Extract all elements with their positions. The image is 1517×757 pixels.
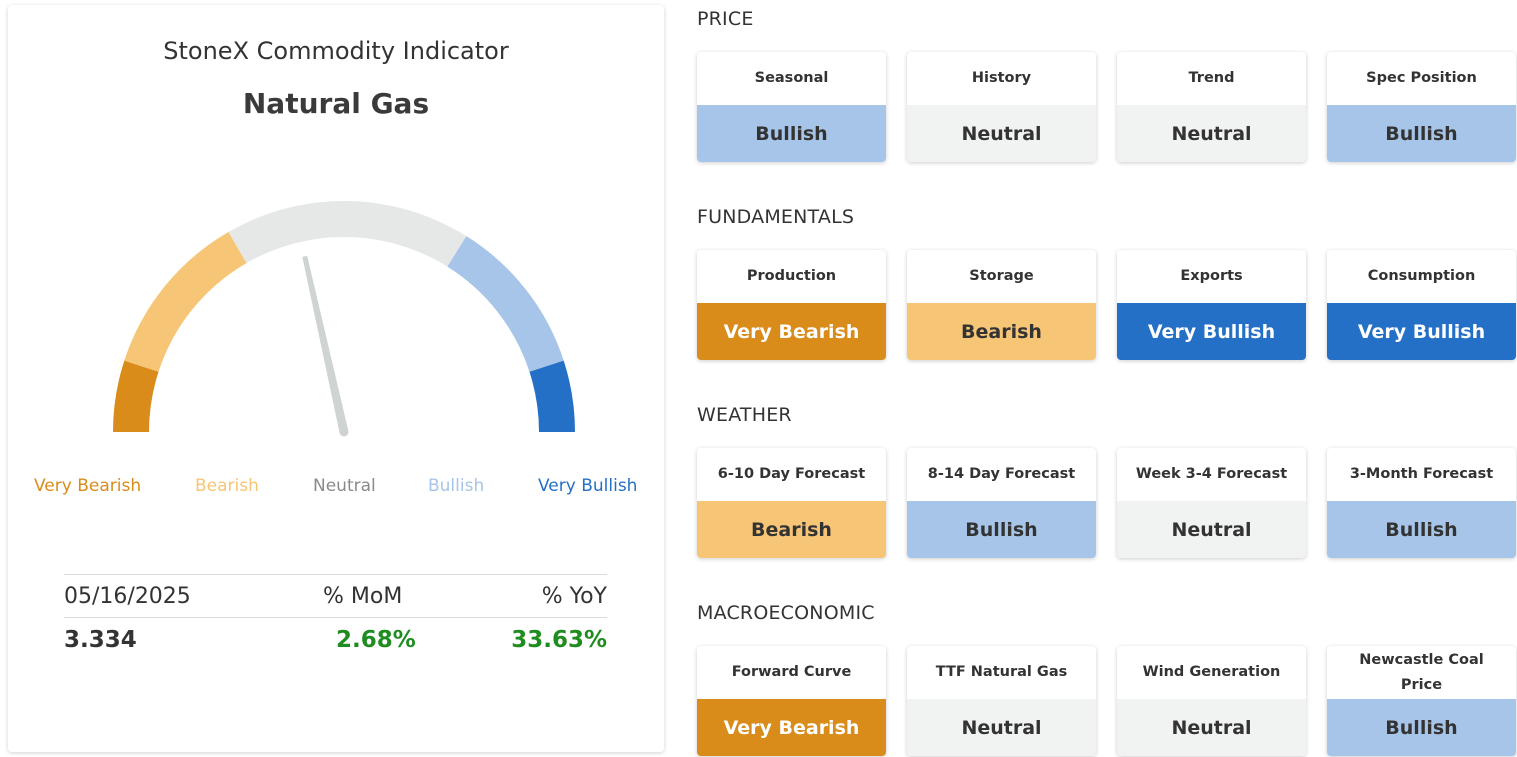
- indicator-card-label: 3-Month Forecast: [1349, 466, 1494, 482]
- indicator-panel: StoneX Commodity Indicator Natural Gas V…: [8, 5, 664, 752]
- stats-yoy-header: % YoY: [541, 584, 607, 609]
- indicator-card-seasonal[interactable]: Seasonal Bullish: [697, 52, 886, 162]
- indicator-card-forward-curve[interactable]: Forward Curve Very Bearish: [697, 646, 886, 756]
- indicator-card-sentiment: Bullish: [1327, 699, 1516, 756]
- indicator-card-label: Exports: [1180, 268, 1243, 284]
- indicator-card-label: Consumption: [1367, 268, 1476, 284]
- gauge-segment-very-bullish: [529, 360, 575, 433]
- gauge-needle: [302, 255, 349, 437]
- indicator-card-sentiment: Very Bearish: [697, 699, 886, 756]
- indicator-card-storage[interactable]: Storage Bearish: [907, 250, 1096, 360]
- indicator-card-3-month-forecast[interactable]: 3-Month Forecast Bullish: [1327, 448, 1516, 558]
- gauge-label-very-bullish: Very Bullish: [538, 476, 638, 496]
- mom-change-value: 2.68%: [336, 627, 416, 653]
- indicator-card-consumption[interactable]: Consumption Very Bullish: [1327, 250, 1516, 360]
- indicator-card-label: TTF Natural Gas: [935, 664, 1068, 680]
- indicator-card-sentiment: Bullish: [697, 105, 886, 162]
- indicator-card-history[interactable]: History Neutral: [907, 52, 1096, 162]
- indicator-card-8-14-day-forecast[interactable]: 8-14 Day Forecast Bullish: [907, 448, 1096, 558]
- indicator-card-label: Seasonal: [754, 70, 829, 86]
- indicator-card-6-10-day-forecast[interactable]: 6-10 Day Forecast Bearish: [697, 448, 886, 558]
- indicator-card-sentiment: Neutral: [1117, 105, 1306, 162]
- indicator-card-sentiment: Very Bearish: [697, 303, 886, 360]
- indicator-card-sentiment: Neutral: [907, 105, 1096, 162]
- indicator-card-wind-generation[interactable]: Wind Generation Neutral: [1117, 646, 1306, 756]
- gauge-segment-bearish: [124, 231, 247, 373]
- indicator-card-label: Production: [746, 268, 837, 284]
- gauge-segment-neutral: [228, 201, 467, 267]
- stats-value-row: 3.334 2.68% 33.63%: [64, 618, 607, 662]
- stats-date-header: 05/16/2025: [64, 584, 191, 609]
- indicator-card-sentiment: Bearish: [697, 501, 886, 558]
- gauge-label-neutral: Neutral: [313, 476, 376, 496]
- indicator-card-label: Spec Position: [1366, 70, 1477, 86]
- indicator-card-sentiment: Bullish: [907, 501, 1096, 558]
- indicator-card-label: Trend: [1188, 70, 1235, 86]
- indicator-card-sentiment: Neutral: [1117, 699, 1306, 756]
- price-value: 3.334: [64, 627, 137, 653]
- sentiment-gauge: [113, 201, 575, 437]
- indicator-card-sentiment: Neutral: [907, 699, 1096, 756]
- indicator-card-sentiment: Bearish: [907, 303, 1096, 360]
- indicator-breakdown: PRICE Seasonal Bullish History Neutral Trend N…: [697, 0, 1517, 757]
- gauge-segment-bullish: [447, 236, 564, 373]
- section-title-weather: WEATHER: [697, 404, 792, 426]
- indicator-card-exports[interactable]: Exports Very Bullish: [1117, 250, 1306, 360]
- indicator-card-label: 8-14 Day Forecast: [927, 466, 1076, 482]
- indicator-card-label: Storage: [969, 268, 1034, 284]
- yoy-change-value: 33.63%: [511, 627, 607, 653]
- indicator-card-week-3-4-forecast[interactable]: Week 3-4 Forecast Neutral: [1117, 448, 1306, 558]
- stats-header-row: 05/16/2025 % MoM % YoY: [64, 574, 607, 618]
- gauge-label-bullish: Bullish: [428, 476, 485, 496]
- price-stats-table: 05/16/2025 % MoM % YoY 3.334 2.68% 33.63…: [64, 574, 607, 662]
- indicator-card-sentiment: Bullish: [1327, 501, 1516, 558]
- indicator-card-label: Forward Curve: [731, 664, 852, 680]
- indicator-card-label: Wind Generation: [1142, 664, 1281, 680]
- section-title-fundamentals: FUNDAMENTALS: [697, 206, 855, 228]
- section-title-macroeconomic: MACROECONOMIC: [697, 602, 875, 624]
- section-title-price: PRICE: [697, 8, 754, 30]
- indicator-card-sentiment: Neutral: [1117, 501, 1306, 558]
- indicator-card-label: 6-10 Day Forecast: [717, 466, 866, 482]
- indicator-card-label: Newcastle Coal Price: [1359, 651, 1484, 693]
- indicator-card-sentiment: Bullish: [1327, 105, 1516, 162]
- gauge-segment-very-bearish: [113, 360, 159, 433]
- indicator-card-sentiment: Very Bullish: [1117, 303, 1306, 360]
- indicator-card-ttf-natural-gas[interactable]: TTF Natural Gas Neutral: [907, 646, 1096, 756]
- indicator-card-production[interactable]: Production Very Bearish: [697, 250, 886, 360]
- indicator-card-sentiment: Very Bullish: [1327, 303, 1516, 360]
- gauge-label-bearish: Bearish: [195, 476, 259, 496]
- indicator-card-newcastle-coal-price[interactable]: Newcastle Coal Price Bullish: [1327, 646, 1516, 756]
- gauge-label-very-bearish: Very Bearish: [34, 476, 142, 496]
- indicator-card-trend[interactable]: Trend Neutral: [1117, 52, 1306, 162]
- indicator-card-spec-position[interactable]: Spec Position Bullish: [1327, 52, 1516, 162]
- stats-mom-header: % MoM: [323, 584, 403, 609]
- indicator-card-label: Week 3-4 Forecast: [1135, 466, 1288, 482]
- indicator-card-label: History: [971, 70, 1032, 86]
